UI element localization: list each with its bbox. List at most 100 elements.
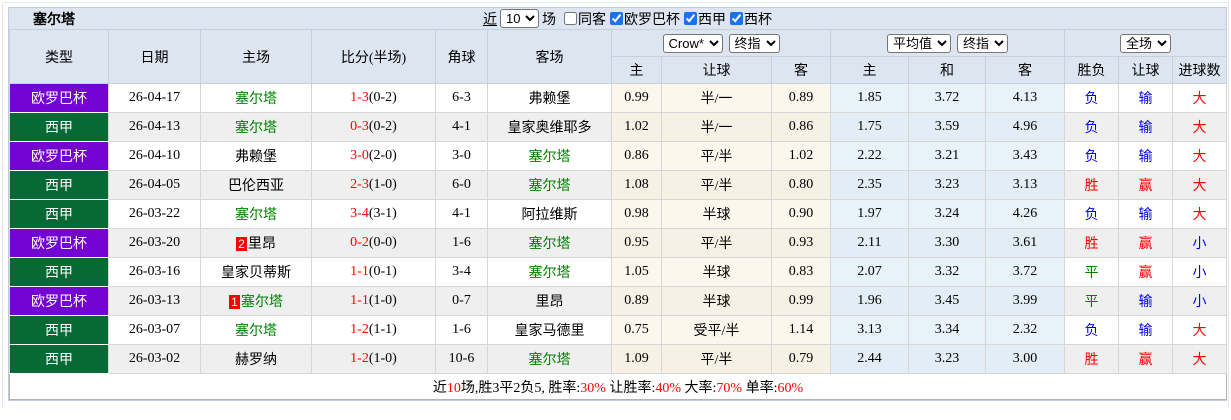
score-cell: 3-0(2-0): [312, 142, 436, 171]
team-name: 皇家贝蒂斯: [221, 266, 291, 281]
european-odds-away: 3.00: [986, 345, 1065, 374]
european-odds-home: 2.11: [831, 229, 909, 258]
matches-table: 类型 日期 主场 比分(半场) 角球 客场 Crow*终指 平均值终指 全场: [9, 29, 1227, 400]
col-header-score: 比分(半场): [312, 30, 436, 84]
table-row: 欧罗巴杯26-04-10弗赖堡3-0(2-0)3-0塞尔塔0.86平/半1.02…: [10, 142, 1227, 171]
score-cell: 1-3(0-2): [312, 84, 436, 113]
col-header-home: 主场: [201, 30, 312, 84]
asian-odds-handicap: 平/半: [662, 171, 772, 200]
european-odds-home: 2.44: [831, 345, 909, 374]
away-team: 弗赖堡: [488, 84, 612, 113]
near-link[interactable]: 近: [483, 9, 497, 29]
match-date: 26-04-17: [109, 84, 201, 113]
match-date: 26-03-20: [109, 229, 201, 258]
asian-odds-away: 1.02: [772, 142, 831, 171]
asian-odds-home: 1.09: [612, 345, 662, 374]
result-outcome: 负: [1065, 84, 1119, 113]
european-odds-away: 4.13: [986, 84, 1065, 113]
asian-odds-away: 0.89: [772, 84, 831, 113]
asian-time-select[interactable]: 终指: [729, 34, 780, 53]
asian-odds-away: 1.14: [772, 316, 831, 345]
corner-score: 3-4: [436, 258, 488, 287]
asian-odds-handicap: 受平/半: [662, 316, 772, 345]
league-label-europa: 欧罗巴杯: [624, 9, 680, 29]
table-row: 西甲26-04-05巴伦西亚2-3(1-0)6-0塞尔塔1.08平/半0.802…: [10, 171, 1227, 200]
asian-odds-handicap: 半/一: [662, 84, 772, 113]
home-team: 皇家贝蒂斯: [201, 258, 312, 287]
home-team: 赫罗纳: [201, 345, 312, 374]
result-outcome: 负: [1065, 142, 1119, 171]
asian-odds-handicap: 平/半: [662, 142, 772, 171]
result-handicap: 输: [1119, 84, 1173, 113]
result-handicap: 输: [1119, 316, 1173, 345]
european-odds-away: 3.43: [986, 142, 1065, 171]
half-score: (0-0): [369, 235, 397, 250]
league-badge: 欧罗巴杯: [10, 142, 109, 171]
home-team: 巴伦西亚: [201, 171, 312, 200]
subcol-euro-home: 主: [831, 57, 909, 84]
score-cell: 3-4(3-1): [312, 200, 436, 229]
asian-odds-home: 0.99: [612, 84, 662, 113]
home-team: 2里昂: [201, 229, 312, 258]
league-badge: 欧罗巴杯: [10, 84, 109, 113]
full-score: 1-2: [350, 351, 369, 366]
asian-odds-away: 0.93: [772, 229, 831, 258]
same-away-checkbox[interactable]: [564, 12, 577, 25]
result-outcome: 胜: [1065, 171, 1119, 200]
subcol-asia-away: 客: [772, 57, 831, 84]
league-checkbox-copa[interactable]: [730, 12, 743, 25]
corner-score: 4-1: [436, 113, 488, 142]
table-row: 西甲26-04-13塞尔塔0-3(0-2)4-1皇家奥维耶多1.02半/一0.8…: [10, 113, 1227, 142]
result-handicap: 输: [1119, 142, 1173, 171]
league-checkbox-laliga[interactable]: [684, 12, 697, 25]
subcol-result-goals: 进球数: [1173, 57, 1227, 84]
score-cell: 0-2(0-0): [312, 229, 436, 258]
corner-score: 4-1: [436, 200, 488, 229]
home-team: 塞尔塔: [201, 316, 312, 345]
table-row: 欧罗巴杯26-03-131塞尔塔1-1(1-0)0-7里昂0.89半球0.991…: [10, 287, 1227, 316]
corner-score: 6-0: [436, 171, 488, 200]
corner-score: 6-3: [436, 84, 488, 113]
summary-segment: 60%: [777, 381, 803, 396]
team-name: 里昂: [248, 237, 276, 252]
european-odds-home: 2.22: [831, 142, 909, 171]
asian-odds-home: 0.75: [612, 316, 662, 345]
score-cell: 1-1(0-1): [312, 258, 436, 287]
result-handicap: 输: [1119, 113, 1173, 142]
page-frame: 塞尔塔 近 10 场 同客 欧罗巴杯 西甲 西杯: [2, 2, 1229, 407]
asian-odds-handicap: 半球: [662, 287, 772, 316]
league-checkbox-europa[interactable]: [610, 12, 623, 25]
euro-source-select[interactable]: 平均值: [887, 34, 951, 53]
home-team: 塞尔塔: [201, 113, 312, 142]
team-title: 塞尔塔: [33, 9, 75, 29]
away-team: 皇家奥维耶多: [488, 113, 612, 142]
full-score: 0-3: [350, 119, 369, 134]
title-bar: 塞尔塔 近 10 场 同客 欧罗巴杯 西甲 西杯: [9, 8, 1226, 29]
full-score: 1-1: [350, 264, 369, 279]
team-name: 巴伦西亚: [228, 179, 284, 194]
away-team: 塞尔塔: [488, 229, 612, 258]
team-name: 塞尔塔: [529, 266, 571, 281]
score-cell: 1-2(1-1): [312, 316, 436, 345]
european-odds-draw: 3.45: [909, 287, 986, 316]
corner-score: 3-0: [436, 142, 488, 171]
away-team: 阿拉维斯: [488, 200, 612, 229]
home-team: 1塞尔塔: [201, 287, 312, 316]
team-name: 塞尔塔: [529, 237, 571, 252]
match-count-select[interactable]: 10: [500, 9, 539, 28]
table-row: 欧罗巴杯26-04-17塞尔塔1-3(0-2)6-3弗赖堡0.99半/一0.89…: [10, 84, 1227, 113]
asian-odds-home: 0.86: [612, 142, 662, 171]
result-goals: 大: [1173, 84, 1227, 113]
asian-odds-handicap: 平/半: [662, 229, 772, 258]
corner-score: 1-6: [436, 316, 488, 345]
result-scope-select[interactable]: 全场: [1120, 34, 1171, 53]
table-row: 欧罗巴杯26-03-202里昂0-2(0-0)1-6塞尔塔0.95平/半0.93…: [10, 229, 1227, 258]
full-score: 2-3: [350, 177, 369, 192]
asian-source-select[interactable]: Crow*: [663, 34, 723, 53]
half-score: (1-0): [369, 351, 397, 366]
team-name: 弗赖堡: [529, 92, 571, 107]
euro-time-select[interactable]: 终指: [957, 34, 1008, 53]
result-handicap: 赢: [1119, 171, 1173, 200]
summary-segment: 让胜率:: [606, 381, 655, 396]
half-score: (1-1): [369, 322, 397, 337]
